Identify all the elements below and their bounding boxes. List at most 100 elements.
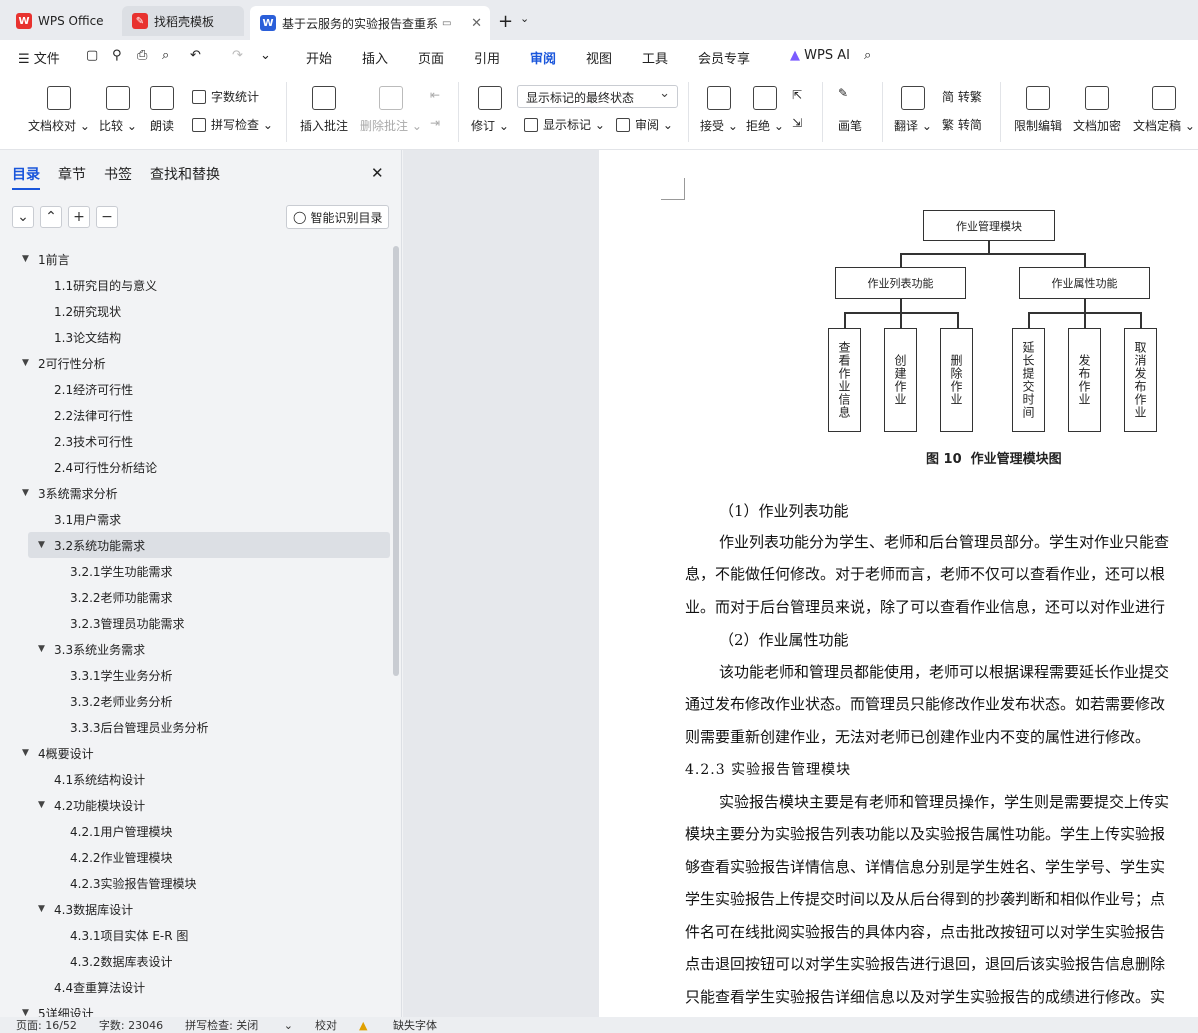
toc-item[interactable]: ▼ 4概要设计 xyxy=(0,740,390,766)
new-tab-icon[interactable]: + xyxy=(498,11,513,32)
search-icon[interactable]: ⌕ xyxy=(864,48,871,63)
word-count-button[interactable]: 字数统计 xyxy=(192,88,259,105)
quick-access-chevron-icon[interactable]: ⌄ xyxy=(260,48,271,63)
next-change-icon[interactable]: ⇲ xyxy=(792,116,802,130)
menu-start[interactable]: 开始 xyxy=(306,48,332,67)
read-aloud-button[interactable]: 朗读 xyxy=(150,86,174,134)
missing-font-status[interactable]: ▲ 缺失字体 xyxy=(359,1017,459,1033)
accept-button[interactable]: 接受 ⌄ xyxy=(700,86,738,134)
toc-item[interactable]: ▼ 2可行性分析 xyxy=(0,350,390,376)
toc-item[interactable]: 4.2.1用户管理模块 xyxy=(0,818,390,844)
toc-item[interactable]: 4.2.3实验报告管理模块 xyxy=(0,870,390,896)
toc-item[interactable]: 2.2法律可行性 xyxy=(0,402,390,428)
markup-display-select[interactable]: 显示标记的最终状态 xyxy=(517,85,678,108)
spell-check-status[interactable]: 拼写检查: 关闭 ⌄ xyxy=(185,1017,293,1033)
link-icon[interactable]: ⚲ xyxy=(112,48,122,63)
collapse-up-button[interactable]: ⌃ xyxy=(40,206,62,228)
remove-toc-button[interactable]: − xyxy=(96,206,118,228)
menu-reference[interactable]: 引用 xyxy=(474,48,500,67)
toc-item[interactable]: 2.3技术可行性 xyxy=(0,428,390,454)
expand-triangle-icon[interactable]: ▼ xyxy=(38,644,54,654)
revise-button[interactable]: 修订 ⌄ xyxy=(471,86,509,134)
menu-insert[interactable]: 插入 xyxy=(362,48,388,67)
close-panel-icon[interactable]: ✕ xyxy=(371,164,384,182)
toc-item[interactable]: 2.1经济可行性 xyxy=(0,376,390,402)
insert-comment-button[interactable]: 插入批注 xyxy=(300,86,348,134)
finalize-button[interactable]: 文档定稿 ⌄ xyxy=(1133,86,1195,134)
toc-item[interactable]: 4.3.2数据库表设计 xyxy=(0,948,390,974)
toc-item[interactable]: ▼ 4.3数据库设计 xyxy=(0,896,390,922)
next-comment-icon[interactable]: ⇥ xyxy=(430,116,440,130)
tab-document[interactable]: W 基于云服务的实验报告查重系 ▭ ✕ xyxy=(250,6,490,40)
toc-item[interactable]: 1.2研究现状 xyxy=(0,298,390,324)
expand-triangle-icon[interactable]: ▼ xyxy=(38,904,54,914)
spell-check-button[interactable]: 拼写检查 ⌄ xyxy=(192,116,273,133)
encrypt-button[interactable]: 文档加密 xyxy=(1073,86,1121,134)
proof-status[interactable]: 校对 xyxy=(315,1017,337,1033)
add-toc-button[interactable]: + xyxy=(68,206,90,228)
expand-down-button[interactable]: ⌄ xyxy=(12,206,34,228)
toc-item[interactable]: 2.4可行性分析结论 xyxy=(0,454,390,480)
toc-item[interactable]: 4.4查重算法设计 xyxy=(0,974,390,1000)
tab-find-replace[interactable]: 查找和替换 xyxy=(150,164,220,184)
prev-comment-icon[interactable]: ⇤ xyxy=(430,88,440,102)
toc-item[interactable]: 1.3论文结构 xyxy=(0,324,390,350)
toc-item[interactable]: 3.3.2老师业务分析 xyxy=(0,688,390,714)
close-tab-icon[interactable]: ✕ xyxy=(471,16,482,31)
word-count-status[interactable]: 字数: 23046 xyxy=(99,1017,163,1033)
expand-triangle-icon[interactable]: ▼ xyxy=(22,488,38,498)
toc-item[interactable]: 4.3.1项目实体 E-R 图 xyxy=(0,922,390,948)
save-icon[interactable]: ▢ xyxy=(86,48,98,63)
translate-button[interactable]: 翻译 ⌄ xyxy=(894,86,932,134)
expand-triangle-icon[interactable]: ▼ xyxy=(22,358,38,368)
toc-item[interactable]: 3.3.3后台管理员业务分析 xyxy=(0,714,390,740)
prev-change-icon[interactable]: ⇱ xyxy=(792,88,802,102)
tab-chapters[interactable]: 章节 xyxy=(58,164,86,184)
menu-member[interactable]: 会员专享 xyxy=(698,48,750,67)
toc-scrollbar[interactable] xyxy=(393,246,399,676)
undo-icon[interactable]: ↶ xyxy=(190,48,201,63)
expand-triangle-icon[interactable]: ▼ xyxy=(22,748,38,758)
toc-item[interactable]: 4.1系统结构设计 xyxy=(0,766,390,792)
delete-comment-button[interactable]: 删除批注 ⌄ xyxy=(360,86,422,134)
tab-list-chevron-icon[interactable]: ⌄ xyxy=(520,12,529,25)
menu-view[interactable]: 视图 xyxy=(586,48,612,67)
to-simplified-button[interactable]: 繁 转简 xyxy=(942,116,982,133)
smart-toc-button[interactable]: ◯ 智能识别目录 xyxy=(286,205,389,229)
toc-item[interactable]: 3.2.1学生功能需求 xyxy=(0,558,390,584)
expand-triangle-icon[interactable]: ▼ xyxy=(38,540,54,550)
print-icon[interactable]: ⎙ xyxy=(137,48,147,63)
tab-wps-office[interactable]: W WPS Office xyxy=(6,6,114,36)
show-marks-button[interactable]: 显示标记 ⌄ xyxy=(524,116,605,133)
redo-icon[interactable]: ↷ xyxy=(232,48,243,63)
toc-item[interactable]: ▼ 3系统需求分析 xyxy=(0,480,390,506)
print-preview-icon[interactable]: ⌕ xyxy=(162,48,169,63)
toc-item[interactable]: ▼ 1前言 xyxy=(0,246,390,272)
reject-button[interactable]: 拒绝 ⌄ xyxy=(746,86,784,134)
to-traditional-button[interactable]: 简 转繁 xyxy=(942,88,982,105)
expand-triangle-icon[interactable]: ▼ xyxy=(22,254,38,264)
compare-button[interactable]: 比较 ⌄ xyxy=(99,86,137,134)
toc-item[interactable]: 3.3.1学生业务分析 xyxy=(0,662,390,688)
tab-docer-templates[interactable]: ✎ 找稻壳模板 xyxy=(122,6,244,36)
toc-item[interactable]: ▼ 4.2功能模块设计 xyxy=(0,792,390,818)
wps-ai-button[interactable]: ▲ WPS AI xyxy=(790,48,850,63)
page-indicator[interactable]: 页面: 16/52 xyxy=(16,1017,77,1033)
pen-button[interactable]: ✎ 画笔 xyxy=(838,86,862,134)
review-pane-button[interactable]: 审阅 ⌄ xyxy=(616,116,673,133)
proofread-button[interactable]: 文档校对 ⌄ xyxy=(28,86,90,134)
restrict-edit-button[interactable]: 限制编辑 xyxy=(1014,86,1062,134)
toc-item[interactable]: 1.1研究目的与意义 xyxy=(0,272,390,298)
toc-item[interactable]: ▼ 3.2系统功能需求 xyxy=(28,532,390,558)
menu-tools[interactable]: 工具 xyxy=(642,48,668,67)
tab-bookmarks[interactable]: 书签 xyxy=(104,164,132,184)
menu-review[interactable]: 审阅 xyxy=(530,48,557,74)
toc-item[interactable]: 3.2.3管理员功能需求 xyxy=(0,610,390,636)
toc-item[interactable]: 3.1用户需求 xyxy=(0,506,390,532)
expand-triangle-icon[interactable]: ▼ xyxy=(38,800,54,810)
toc-item[interactable]: 3.2.2老师功能需求 xyxy=(0,584,390,610)
file-menu[interactable]: ☰ 文件 xyxy=(18,48,60,67)
menu-page[interactable]: 页面 xyxy=(418,48,444,67)
toc-item[interactable]: 4.2.2作业管理模块 xyxy=(0,844,390,870)
tab-toc[interactable]: 目录 xyxy=(12,164,40,190)
